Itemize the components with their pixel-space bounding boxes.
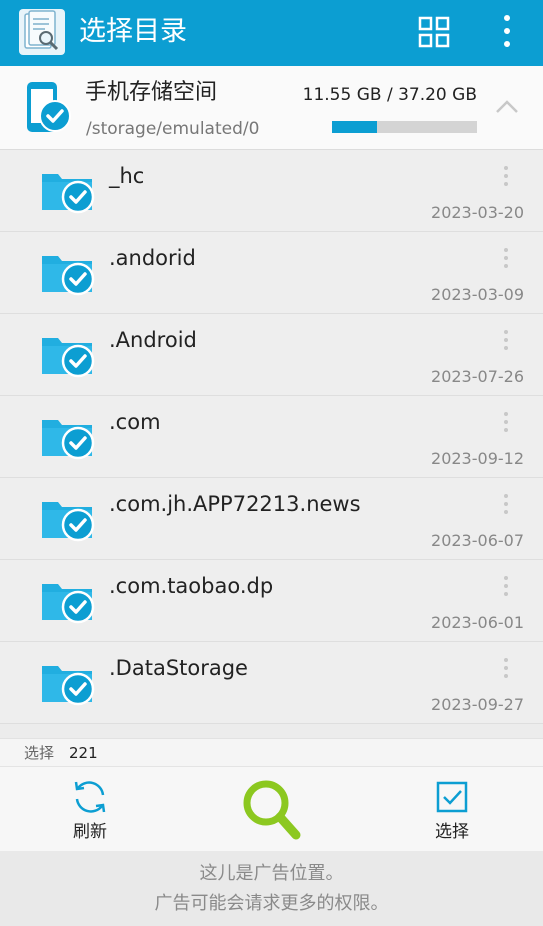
overflow-menu-button[interactable] [494,12,520,52]
folder-date: 2023-09-12 [431,449,524,468]
more-vert-icon [504,248,508,268]
folder-date: 2023-07-26 [431,367,524,386]
storage-progress-fill [332,121,377,133]
folder-date: 2023-03-09 [431,285,524,304]
folder-check-icon [40,496,96,544]
collapse-button[interactable] [492,94,522,120]
folder-name: .com.jh.APP72213.news [109,492,361,516]
more-vert-icon [504,166,508,186]
folder-check-icon [40,250,96,298]
folder-name: .andorid [109,246,196,270]
item-menu-button[interactable] [496,328,516,354]
bottom-toolbar: 刷新 选择 [0,766,543,851]
list-item[interactable]: .com.taobao.dp 2023-06-01 [0,560,543,642]
refresh-label: 刷新 [73,822,107,842]
grid-view-button[interactable] [417,15,451,49]
more-vert-icon [504,494,508,514]
item-menu-button[interactable] [496,574,516,600]
list-item[interactable]: .Android 2023-07-26 [0,314,543,396]
storage-usage-text: 11.55 GB / 37.20 GB [302,85,477,105]
folder-check-icon [40,660,96,708]
refresh-button[interactable]: 刷新 [40,767,140,852]
list-item[interactable]: .com 2023-09-12 [0,396,543,478]
more-vert-icon [504,412,508,432]
folder-date: 2023-06-01 [431,613,524,632]
select-button[interactable]: 选择 [402,767,502,852]
ad-line-2: 广告可能会请求更多的权限。 [154,893,389,914]
grid-view-icon [418,16,450,48]
folder-name: .com [109,410,161,434]
selection-count: 221 [69,744,98,762]
ad-line-1: 这儿是广告位置。 [199,863,344,884]
item-menu-button[interactable] [496,492,516,518]
folder-check-icon [40,578,96,626]
list-item[interactable]: .com.jh.APP72213.news 2023-06-07 [0,478,543,560]
folder-name: _hc [109,164,145,188]
selection-count-bar: 选择 221 [0,738,543,766]
search-icon [243,780,301,840]
ad-banner[interactable]: 这儿是广告位置。 广告可能会请求更多的权限。 [0,851,543,926]
folder-date: 2023-03-20 [431,203,524,222]
refresh-icon [74,781,106,813]
selection-label: 选择 [24,744,55,762]
checkbox-icon [436,781,468,813]
list-item[interactable]: _hc 2023-03-20 [0,150,543,232]
folder-date: 2023-06-07 [431,531,524,550]
item-menu-button[interactable] [496,246,516,272]
folder-date: 2023-09-27 [431,695,524,714]
storage-header[interactable]: 手机存储空间 /storage/emulated/0 11.55 GB / 37… [0,66,543,150]
folder-name: .com.taobao.dp [109,574,274,598]
item-menu-button[interactable] [496,410,516,436]
app-bar: 选择目录 [0,0,543,66]
folder-check-icon [40,168,96,216]
storage-progress-bar [332,121,477,133]
page-title: 选择目录 [79,16,187,47]
more-vert-icon [504,330,508,350]
phone-check-icon [24,80,74,136]
item-menu-button[interactable] [496,164,516,190]
list-item[interactable]: .DataStorage 2023-09-27 [0,642,543,724]
more-vert-icon [504,15,510,47]
folder-name: .Android [109,328,197,352]
more-vert-icon [504,576,508,596]
chevron-up-icon [496,100,518,113]
document-search-icon [19,9,65,55]
folder-check-icon [40,332,96,380]
item-menu-button[interactable] [496,656,516,682]
select-label: 选择 [435,822,469,842]
folder-check-icon [40,414,96,462]
more-vert-icon [504,658,508,678]
storage-name: 手机存储空间 [85,80,218,105]
storage-path: /storage/emulated/0 [86,119,260,139]
folder-list[interactable]: _hc 2023-03-20 .andorid 2023-03-09 .Andr… [0,150,543,738]
list-item[interactable]: .andorid 2023-03-09 [0,232,543,314]
folder-name: .DataStorage [109,656,248,680]
search-button[interactable] [222,767,322,852]
